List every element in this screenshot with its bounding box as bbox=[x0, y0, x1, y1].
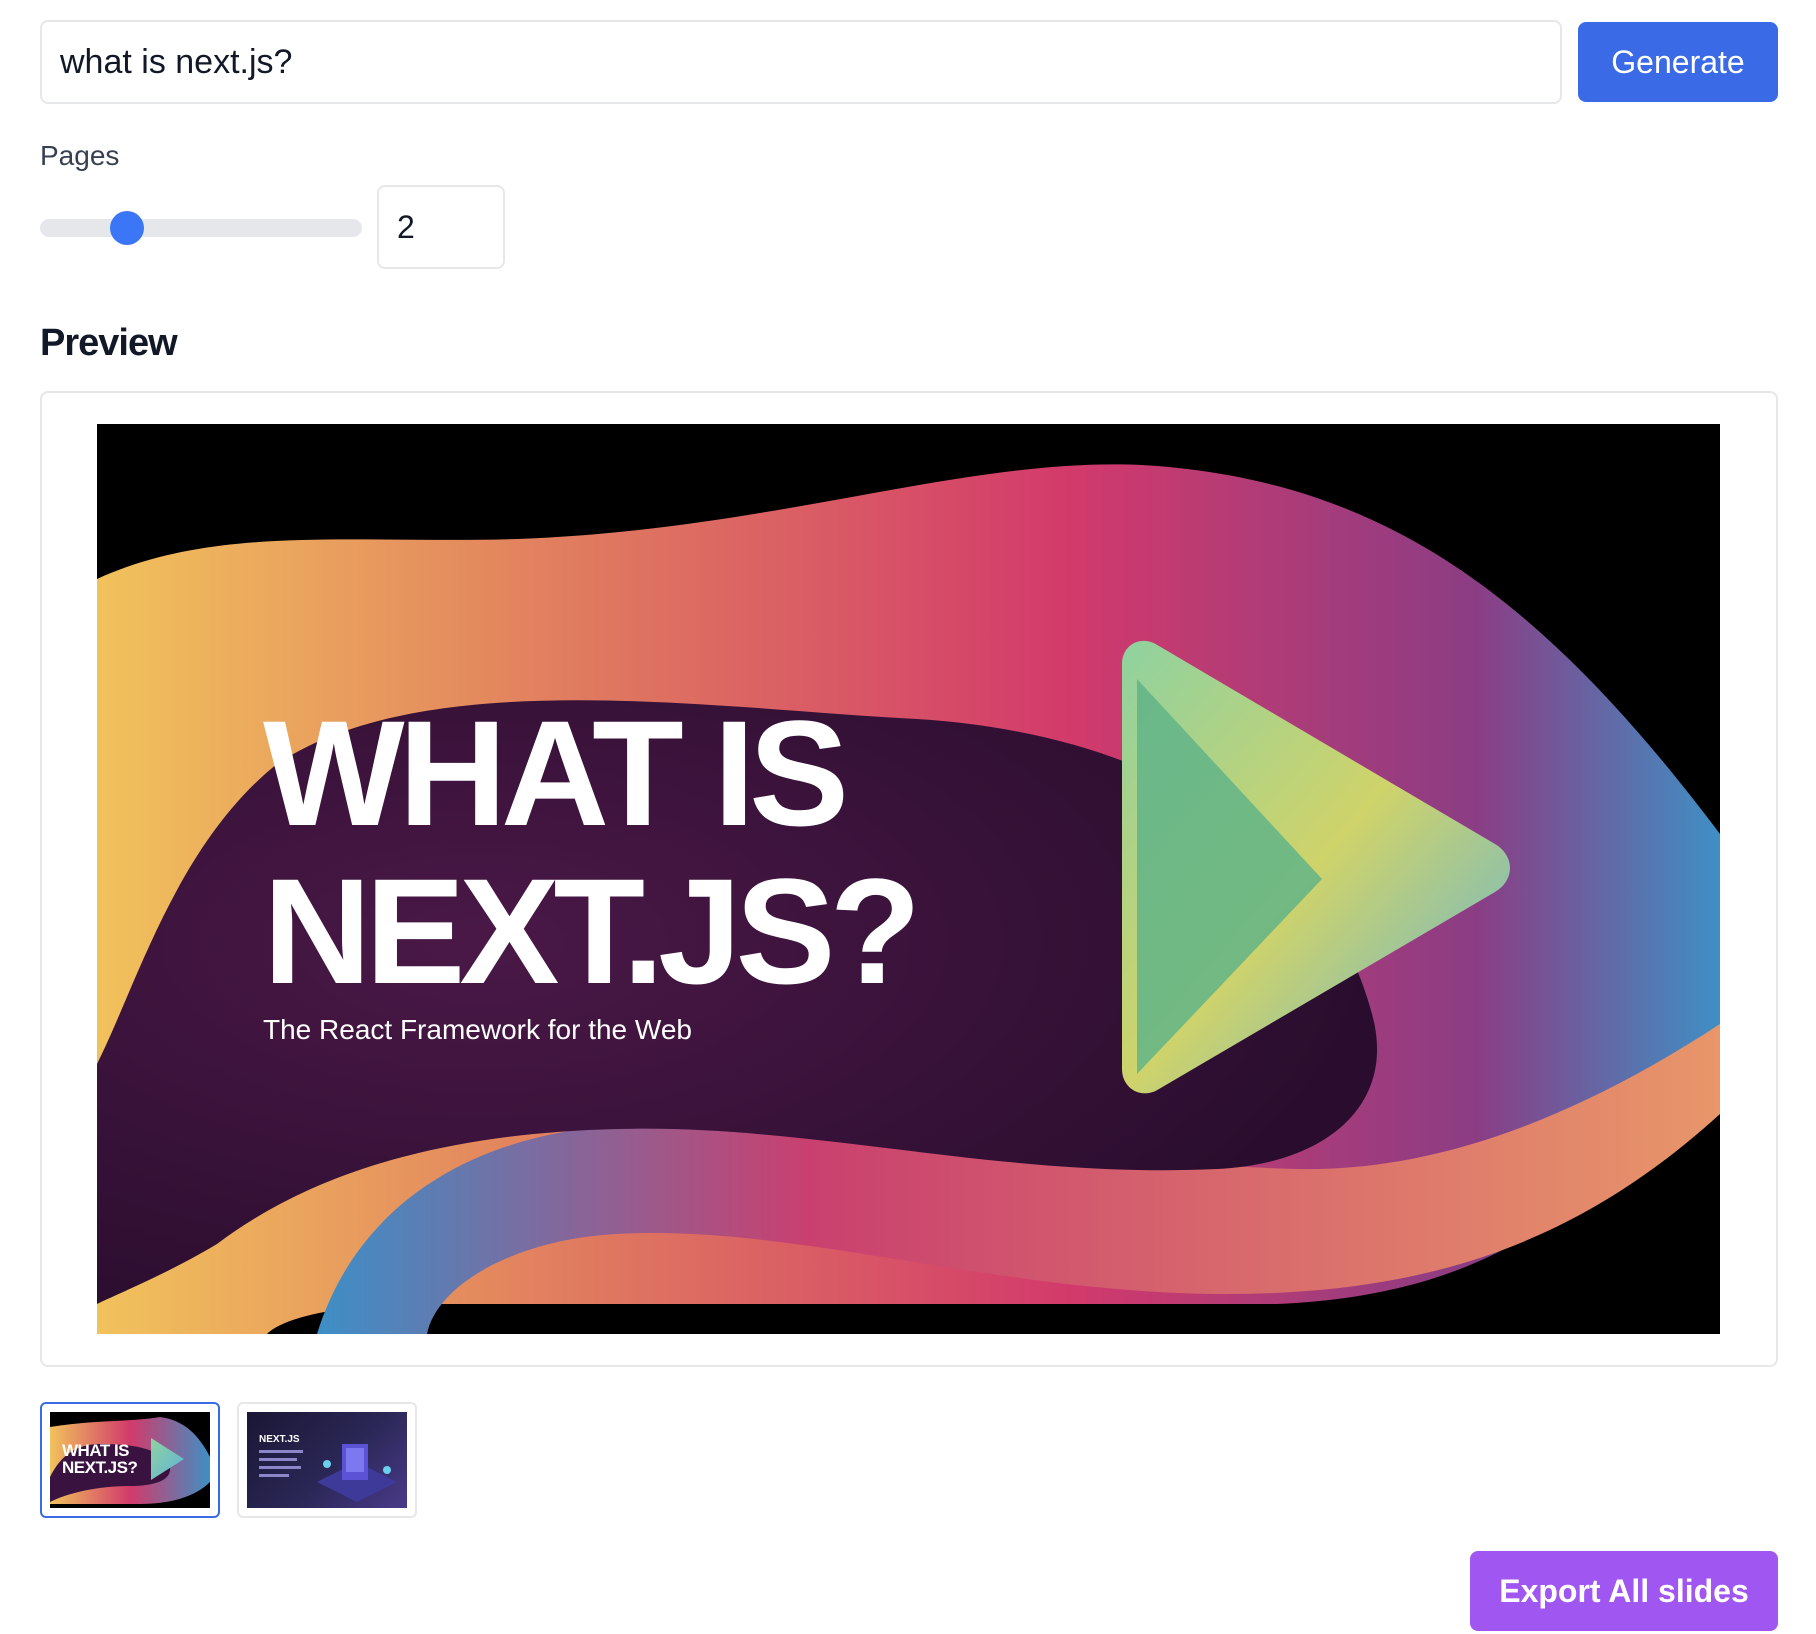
pages-label: Pages bbox=[40, 140, 120, 171]
slide-thumbnail-1[interactable]: WHAT IS NEXT.JS? bbox=[40, 1402, 220, 1518]
thumbnail-title: WHAT IS NEXT.JS? bbox=[62, 1441, 138, 1477]
slide-title: WHAT IS NEXT.JS? bbox=[263, 689, 921, 1015]
thumbnail-title: NEXT.JS bbox=[259, 1434, 300, 1445]
pages-slider-thumb[interactable] bbox=[109, 211, 144, 245]
prompt-input[interactable] bbox=[40, 20, 1562, 104]
pages-slider[interactable] bbox=[40, 219, 362, 237]
thumbnail-illustration bbox=[259, 1444, 397, 1502]
pages-number-input[interactable] bbox=[377, 185, 505, 269]
generate-button[interactable]: Generate bbox=[1578, 22, 1778, 102]
export-all-slides-button[interactable]: Export All slides bbox=[1470, 1551, 1778, 1631]
preview-heading: Preview bbox=[40, 322, 178, 364]
preview-slide: WHAT IS NEXT.JS? The React Framework for… bbox=[97, 424, 1720, 1334]
slide-subtitle: The React Framework for the Web bbox=[263, 1014, 692, 1045]
slide-thumbnail-2[interactable]: NEXT.JS bbox=[237, 1402, 417, 1518]
